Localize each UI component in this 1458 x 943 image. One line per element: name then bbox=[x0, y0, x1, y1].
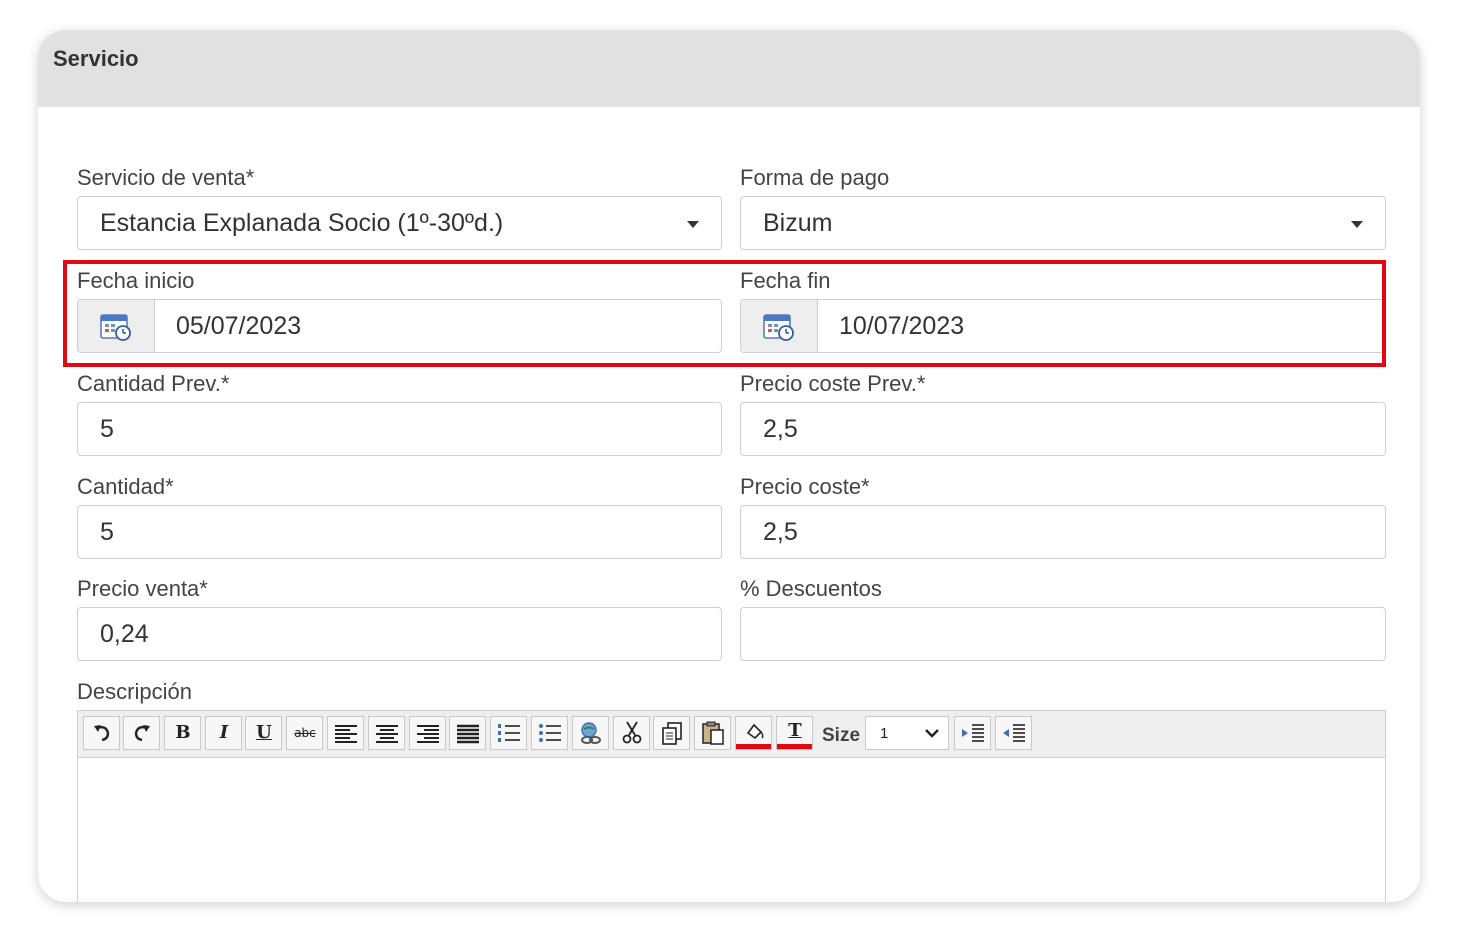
descuentos-input[interactable] bbox=[740, 607, 1386, 661]
underline-glyph: U bbox=[256, 722, 272, 743]
caret-down-icon bbox=[687, 221, 699, 228]
precio-coste-prev-label: Precio coste Prev.* bbox=[740, 371, 926, 396]
cantidad-value: 5 bbox=[100, 518, 114, 546]
fecha-inicio-picker-button[interactable] bbox=[78, 300, 155, 352]
calendar-icon bbox=[100, 314, 131, 341]
undo-button[interactable] bbox=[83, 716, 120, 750]
cantidad-prev-label: Cantidad Prev.* bbox=[77, 371, 230, 396]
font-size-value: 1 bbox=[880, 725, 889, 742]
precio-venta-value: 0,24 bbox=[100, 620, 149, 648]
undo-icon bbox=[94, 725, 110, 742]
precio-coste-prev-value: 2,5 bbox=[763, 415, 798, 443]
forma-pago-value: Bizum bbox=[763, 209, 833, 237]
fecha-inicio-label: Fecha inicio bbox=[77, 268, 195, 293]
panel-title: Servicio bbox=[53, 46, 139, 71]
align-justify-icon bbox=[457, 724, 479, 744]
forma-pago-select[interactable]: Bizum bbox=[740, 196, 1386, 250]
cantidad-input[interactable]: 5 bbox=[77, 505, 722, 559]
indent-button[interactable] bbox=[954, 716, 991, 750]
precio-venta-input[interactable]: 0,24 bbox=[77, 607, 722, 661]
paste-icon bbox=[702, 721, 724, 745]
align-right-button[interactable] bbox=[409, 716, 446, 750]
precio-coste-prev-input[interactable]: 2,5 bbox=[740, 402, 1386, 456]
precio-coste-value: 2,5 bbox=[763, 518, 798, 546]
indent-icon bbox=[962, 724, 984, 742]
link-button[interactable] bbox=[572, 716, 609, 750]
bold-button[interactable]: B bbox=[164, 716, 201, 750]
copy-icon bbox=[662, 722, 682, 745]
align-left-icon bbox=[335, 725, 357, 743]
servicio-venta-value: Estancia Explanada Socio (1º-30ºd.) bbox=[100, 209, 504, 237]
highlight-color-button[interactable] bbox=[735, 716, 772, 750]
precio-coste-label: Precio coste* bbox=[740, 474, 870, 499]
ordered-list-icon bbox=[498, 724, 520, 742]
redo-button[interactable] bbox=[123, 716, 160, 750]
italic-button[interactable]: I bbox=[205, 716, 242, 750]
chevron-down-icon bbox=[925, 729, 939, 738]
strikethrough-button[interactable]: abc bbox=[286, 716, 323, 750]
underline-button[interactable]: U bbox=[245, 716, 282, 750]
align-center-button[interactable] bbox=[368, 716, 405, 750]
strikethrough-glyph: abc bbox=[294, 726, 316, 740]
highlight-color-swatch bbox=[736, 744, 771, 749]
fecha-fin-label: Fecha fin bbox=[740, 268, 831, 293]
unordered-list-button[interactable] bbox=[531, 716, 568, 750]
caret-down-icon bbox=[1351, 221, 1363, 228]
precio-coste-input[interactable]: 2,5 bbox=[740, 505, 1386, 559]
unordered-list-icon bbox=[539, 724, 561, 742]
precio-venta-label: Precio venta* bbox=[77, 576, 208, 601]
copy-button[interactable] bbox=[653, 716, 690, 750]
fecha-fin-value: 10/07/2023 bbox=[839, 312, 965, 340]
text-color-button[interactable]: T bbox=[776, 716, 813, 750]
bold-glyph: B bbox=[175, 722, 191, 743]
text-color-glyph: T bbox=[788, 720, 802, 741]
redo-icon bbox=[134, 725, 150, 742]
cantidad-prev-value: 5 bbox=[100, 415, 114, 443]
editor-toolbar: B I U abc T Size 1 bbox=[78, 711, 1385, 758]
font-size-label: Size bbox=[822, 725, 861, 746]
font-size-select[interactable]: 1 bbox=[865, 716, 949, 750]
calendar-icon bbox=[763, 314, 794, 341]
cut-icon bbox=[622, 721, 642, 744]
outdent-icon bbox=[1003, 724, 1025, 742]
align-left-button[interactable] bbox=[327, 716, 364, 750]
panel-header: Servicio bbox=[38, 30, 1420, 107]
cantidad-prev-input[interactable]: 5 bbox=[77, 402, 722, 456]
cantidad-label: Cantidad* bbox=[77, 474, 174, 499]
descripcion-editor: B I U abc T Size 1 bbox=[77, 710, 1386, 902]
align-right-icon bbox=[417, 725, 439, 743]
fecha-fin-picker-button[interactable] bbox=[741, 300, 818, 352]
cut-button[interactable] bbox=[613, 716, 650, 750]
descuentos-label: % Descuentos bbox=[740, 576, 882, 601]
align-justify-button[interactable] bbox=[449, 716, 486, 750]
ordered-list-button[interactable] bbox=[490, 716, 527, 750]
outdent-button[interactable] bbox=[995, 716, 1032, 750]
descripcion-text-area[interactable] bbox=[78, 758, 1385, 902]
link-icon bbox=[581, 722, 601, 744]
fecha-fin-input[interactable]: 10/07/2023 bbox=[740, 299, 1386, 353]
servicio-venta-select[interactable]: Estancia Explanada Socio (1º-30ºd.) bbox=[77, 196, 722, 250]
forma-pago-label: Forma de pago bbox=[740, 165, 890, 190]
servicio-panel: Servicio Servicio de venta* Estancia Exp… bbox=[38, 30, 1420, 902]
fecha-inicio-input[interactable]: 05/07/2023 bbox=[77, 299, 722, 353]
descripcion-label: Descripción bbox=[77, 679, 192, 704]
paste-button[interactable] bbox=[694, 716, 731, 750]
align-center-icon bbox=[376, 725, 398, 743]
text-color-swatch bbox=[777, 744, 812, 749]
fecha-inicio-value: 05/07/2023 bbox=[176, 312, 302, 340]
servicio-venta-label: Servicio de venta* bbox=[77, 165, 255, 190]
italic-glyph: I bbox=[219, 722, 229, 743]
